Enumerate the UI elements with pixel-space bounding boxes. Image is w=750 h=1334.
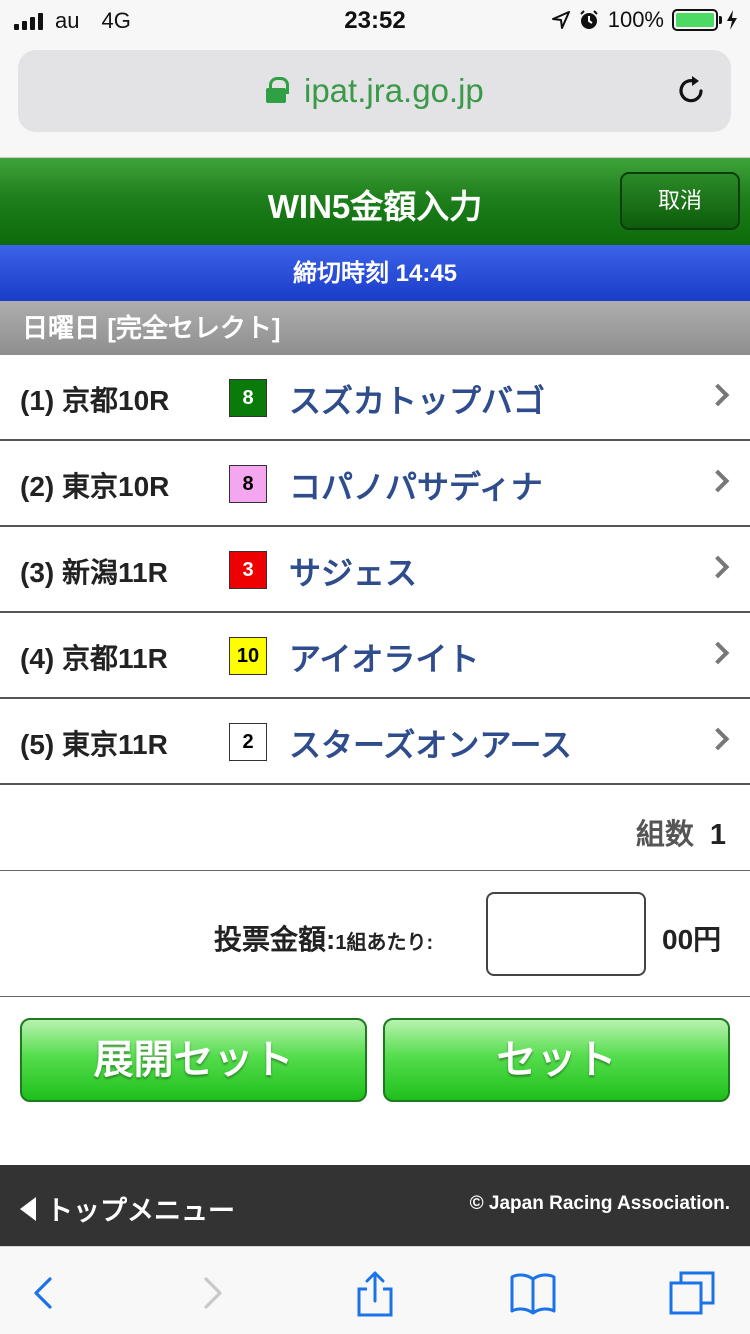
tabs-icon[interactable] [668, 1269, 718, 1317]
bet-amount-title: 投票金額: [214, 924, 336, 955]
combination-count: 組数 1 [636, 811, 726, 853]
url-text[interactable]: ipat.jra.go.jp [304, 72, 484, 110]
top-menu-label: トップメニュー [46, 1196, 235, 1226]
chevron-right-icon [706, 641, 730, 665]
forward-icon[interactable] [186, 1269, 236, 1317]
race-row[interactable]: (1) 京都10R 8 スズカトップバゴ [0, 355, 750, 441]
horse-number-badge: 10 [229, 637, 267, 675]
top-menu-link[interactable]: トップメニュー [20, 1189, 235, 1228]
race-label: (3) 新潟11R [20, 557, 168, 588]
battery-icon [672, 9, 722, 31]
chevron-right-icon [706, 555, 730, 579]
horse-name: サジェス [289, 555, 418, 591]
cancel-button[interactable]: 取消 [620, 172, 740, 230]
bet-amount-unit: 00円 [662, 924, 722, 955]
bookmarks-icon[interactable] [508, 1269, 558, 1317]
race-row[interactable]: (4) 京都11R 10 アイオライト [0, 613, 750, 699]
page-header: WIN5金額入力 取消 [0, 158, 750, 245]
reload-icon[interactable] [673, 73, 709, 109]
chevron-right-icon [706, 469, 730, 493]
lock-icon [266, 77, 289, 103]
race-label: (5) 東京11R [20, 729, 168, 760]
section-heading: 日曜日 [完全セレクト] [0, 301, 750, 355]
expand-set-button[interactable]: 展開セット [20, 1018, 367, 1102]
horse-name: スターズオンアース [289, 727, 572, 763]
charging-icon [727, 10, 737, 30]
combination-count-row: 組数 1 [0, 785, 750, 871]
race-label: (2) 東京10R [20, 471, 170, 502]
back-icon[interactable] [20, 1269, 70, 1317]
location-icon [551, 11, 570, 29]
status-right: 100% [551, 7, 738, 33]
horse-number-badge: 3 [229, 551, 267, 589]
browser-toolbar [0, 1246, 750, 1334]
race-label: (4) 京都11R [20, 643, 168, 674]
race-row[interactable]: (3) 新潟11R 3 サジェス [0, 527, 750, 613]
chevron-right-icon [706, 383, 730, 407]
horse-number-badge: 2 [229, 723, 267, 761]
horse-number-badge: 8 [229, 465, 267, 503]
horse-name: スズカトップバゴ [289, 383, 546, 419]
race-label: (1) 京都10R [20, 385, 170, 416]
set-button[interactable]: セット [383, 1018, 730, 1102]
chevron-right-icon [706, 727, 730, 751]
horse-number-badge: 8 [229, 379, 267, 417]
horse-name: コパノパサディナ [289, 469, 543, 505]
alarm-icon [580, 10, 598, 29]
race-list: (1) 京都10R 8 スズカトップバゴ (2) 東京10R 8 コパノパサディ… [0, 355, 750, 785]
bet-amount-row: 投票金額:1組あたり: 00円 [0, 871, 750, 997]
status-bar: au 4G 23:52 100% [0, 0, 750, 40]
address-bar[interactable]: ipat.jra.go.jp [18, 50, 731, 132]
bet-amount-sublabel: 1組あたり: [335, 932, 434, 954]
triangle-left-icon [20, 1196, 36, 1221]
browser-address-area: ipat.jra.go.jp [0, 40, 750, 158]
race-row[interactable]: (2) 東京10R 8 コパノパサディナ [0, 441, 750, 527]
deadline-bar: 締切時刻 14:45 [0, 245, 750, 301]
bet-amount-label: 投票金額:1組あたり: [214, 918, 433, 958]
horse-name: アイオライト [289, 641, 480, 677]
share-icon[interactable] [350, 1269, 400, 1317]
combination-label: 組数 [635, 819, 694, 851]
combination-value: 1 [709, 819, 726, 851]
copyright: © Japan Racing Association. [469, 1193, 730, 1214]
battery-percent: 100% [607, 7, 664, 32]
race-row[interactable]: (5) 東京11R 2 スターズオンアース [0, 699, 750, 785]
page-footer: トップメニュー © Japan Racing Association. [0, 1165, 750, 1246]
bet-amount-input[interactable] [486, 892, 646, 976]
